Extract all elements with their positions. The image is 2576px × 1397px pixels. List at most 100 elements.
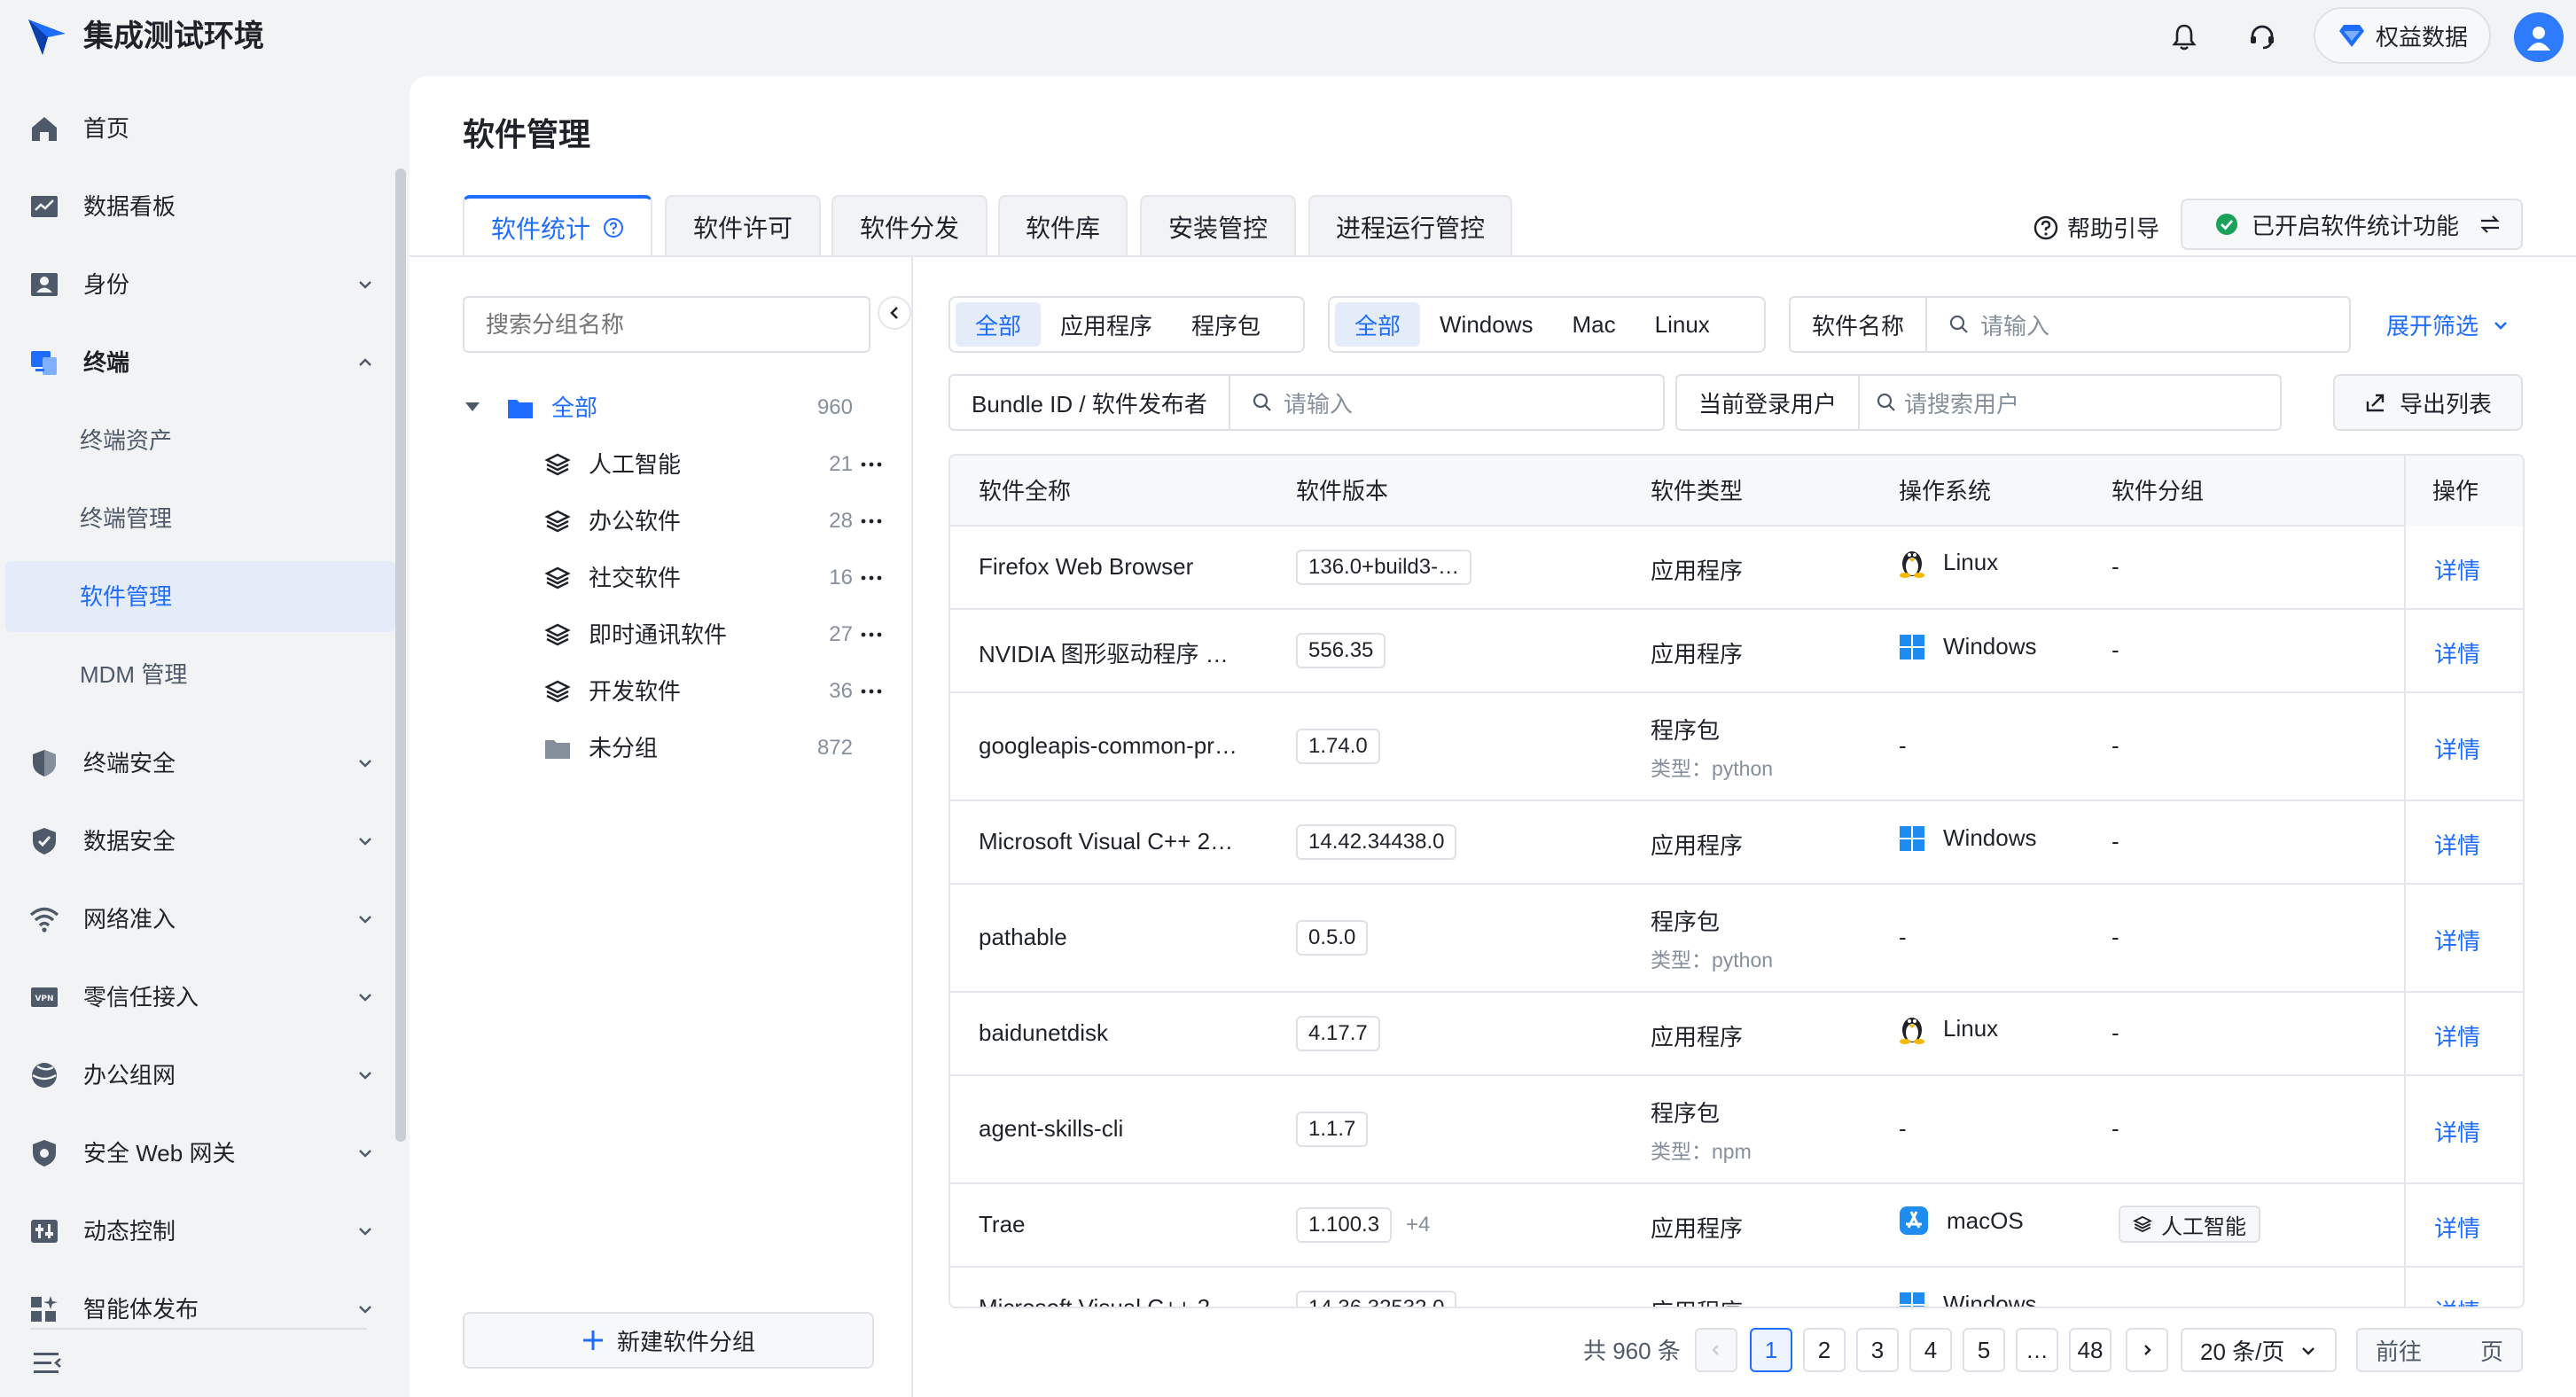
group-tree-item[interactable]: 人工智能 21: [463, 438, 888, 491]
group-tree-item[interactable]: 开发软件 36: [463, 665, 888, 718]
sidebar-item-dynamic-control[interactable]: 动态控制: [0, 1196, 395, 1267]
page-button[interactable]: 3: [1856, 1328, 1899, 1372]
user-avatar[interactable]: [2514, 12, 2564, 62]
question-circle-icon[interactable]: [603, 217, 624, 238]
page-ellipsis-button[interactable]: …: [2016, 1328, 2058, 1372]
sidebar-item-zero-trust[interactable]: VPN 零信任接入: [0, 962, 395, 1033]
group-search-input[interactable]: [463, 296, 870, 353]
page-button[interactable]: 4: [1909, 1328, 1952, 1372]
software-group: -: [2112, 828, 2119, 855]
tab-software-stats[interactable]: 软件统计: [463, 195, 652, 257]
login-user-input[interactable]: 请搜索用户: [1860, 386, 2019, 419]
os-option-linux[interactable]: Linux: [1635, 302, 1729, 347]
tab-software-distribution[interactable]: 软件分发: [831, 195, 987, 257]
export-list-button[interactable]: 导出列表: [2333, 374, 2523, 431]
expand-filter-link[interactable]: 展开筛选: [2386, 308, 2510, 341]
table-row[interactable]: baidunetdisk 4.17.7 应用程序 Linux - 详情: [950, 993, 2523, 1076]
sidebar-item-dashboard[interactable]: 数据看板: [0, 171, 395, 242]
sidebar-item-endpoint-security[interactable]: 终端安全: [0, 728, 395, 799]
sidebar-item-software-management[interactable]: 软件管理: [5, 561, 395, 632]
more-icon[interactable]: [860, 574, 883, 581]
software-group-panel: 全部 960 人工智能 21 办公软件 28 社交软件 16 即时通讯软件 27: [410, 257, 913, 1397]
detail-link[interactable]: 详情: [2434, 636, 2480, 669]
software-name: pathable: [979, 924, 1067, 950]
type-option-all[interactable]: 全部: [956, 302, 1042, 347]
detail-link[interactable]: 详情: [2434, 1115, 2480, 1148]
sidebar-item-terminal[interactable]: 终端: [0, 327, 395, 398]
sidebar-item-identity[interactable]: 身份: [0, 249, 395, 320]
type-option-app[interactable]: 应用程序: [1041, 302, 1172, 347]
table-row[interactable]: Firefox Web Browser 136.0+build3-… 应用程序 …: [950, 527, 2523, 610]
more-icon[interactable]: [860, 631, 883, 638]
column-header[interactable]: 软件版本: [1296, 456, 1388, 527]
software-stats-toggle-button[interactable]: 已开启软件统计功能: [2181, 199, 2523, 250]
software-name-filter: 软件名称 请输入: [1789, 296, 2351, 353]
table-row[interactable]: pathable 0.5.0 程序包 类型：python - - 详情: [950, 885, 2523, 993]
sidebar-scrollbar[interactable]: [395, 168, 406, 1142]
rights-data-button[interactable]: 权益数据: [2314, 7, 2491, 64]
detail-link[interactable]: 详情: [2434, 553, 2480, 586]
os-option-all[interactable]: 全部: [1335, 302, 1421, 347]
sidebar-item-home[interactable]: 首页: [0, 93, 395, 164]
more-icon[interactable]: [860, 688, 883, 695]
column-header[interactable]: 软件分组: [2112, 456, 2204, 527]
table-row[interactable]: NVIDIA 图形驱动程序 … 556.35 应用程序 Windows - 详情: [950, 610, 2523, 693]
group-tree-item[interactable]: 即时通讯软件 27: [463, 608, 888, 661]
sidebar-item-mdm[interactable]: MDM 管理: [0, 639, 395, 710]
bundle-id-input[interactable]: 请输入: [1230, 386, 1353, 419]
more-icon[interactable]: [860, 518, 883, 525]
detail-link[interactable]: 详情: [2434, 924, 2480, 956]
detail-link[interactable]: 详情: [2434, 1294, 2480, 1307]
page-button[interactable]: 1: [1750, 1328, 1792, 1372]
type-option-package[interactable]: 程序包: [1172, 302, 1280, 347]
sidebar-item-agent-publish[interactable]: 智能体发布: [0, 1274, 395, 1345]
tab-software-library[interactable]: 软件库: [998, 195, 1128, 257]
group-tree-ungrouped[interactable]: 未分组 872: [463, 722, 888, 775]
sidebar-item-terminal-assets[interactable]: 终端资产: [0, 405, 395, 476]
table-row[interactable]: Microsoft Visual C++ 2… 14.36.32532.0 应用…: [950, 1268, 2523, 1307]
table-row[interactable]: Trae 1.100.3 +4 应用程序 macOS 人工智能 详情: [950, 1184, 2523, 1268]
os-option-mac[interactable]: Mac: [1553, 302, 1635, 347]
login-user-placeholder: 请搜索用户: [1904, 390, 2020, 418]
caret-down-icon[interactable]: [464, 401, 480, 413]
page-button[interactable]: 2: [1803, 1328, 1846, 1372]
page-button[interactable]: 48: [2069, 1328, 2112, 1372]
os-option-windows[interactable]: Windows: [1420, 302, 1552, 347]
sidebar-item-terminal-management[interactable]: 终端管理: [0, 483, 395, 554]
tab-install-control[interactable]: 安装管控: [1140, 195, 1296, 257]
group-tree-item[interactable]: 社交软件 16: [463, 551, 888, 605]
bell-icon[interactable]: [2166, 20, 2202, 55]
headset-icon[interactable]: [2244, 20, 2280, 55]
version-extra-count[interactable]: +4: [1406, 1213, 1430, 1237]
detail-link[interactable]: 详情: [2434, 1211, 2480, 1244]
help-guide-link[interactable]: 帮助引导: [2033, 211, 2159, 244]
collapse-panel-button[interactable]: [878, 296, 911, 330]
tab-process-control[interactable]: 进程运行管控: [1308, 195, 1512, 257]
table-row[interactable]: Microsoft Visual C++ 2… 14.42.34438.0 应用…: [950, 801, 2523, 885]
group-tree-root[interactable]: 全部 960: [463, 381, 888, 434]
new-group-button[interactable]: 新建软件分组: [463, 1312, 874, 1369]
next-page-button[interactable]: [2126, 1328, 2168, 1372]
column-header[interactable]: 操作: [2404, 456, 2523, 527]
detail-link[interactable]: 详情: [2434, 732, 2480, 765]
goto-page-input[interactable]: 前往 页: [2356, 1328, 2523, 1372]
page-button[interactable]: 5: [1963, 1328, 2005, 1372]
group-tree-item[interactable]: 办公软件 28: [463, 495, 888, 548]
prev-page-button[interactable]: [1695, 1328, 1737, 1372]
sidebar-item-web-gateway[interactable]: 安全 Web 网关: [0, 1118, 395, 1189]
column-header[interactable]: 软件全称: [979, 456, 1071, 527]
column-header[interactable]: 操作系统: [1899, 456, 1991, 527]
tab-software-license[interactable]: 软件许可: [665, 195, 821, 257]
sidebar-item-network-access[interactable]: 网络准入: [0, 884, 395, 955]
more-icon[interactable]: [860, 461, 883, 468]
detail-link[interactable]: 详情: [2434, 828, 2480, 861]
sidebar-item-data-security[interactable]: 数据安全: [0, 806, 395, 877]
menu-collapse-icon[interactable]: [30, 1346, 66, 1381]
table-row[interactable]: googleapis-common-pr… 1.74.0 程序包 类型：pyth…: [950, 693, 2523, 801]
page-size-select[interactable]: 20 条/页: [2181, 1328, 2337, 1372]
detail-link[interactable]: 详情: [2434, 1019, 2480, 1052]
sidebar-item-office-network[interactable]: 办公组网: [0, 1040, 395, 1111]
column-header[interactable]: 软件类型: [1651, 456, 1743, 527]
software-name-input[interactable]: 请输入: [1927, 308, 2049, 341]
table-row[interactable]: agent-skills-cli 1.1.7 程序包 类型：npm - - 详情: [950, 1076, 2523, 1184]
